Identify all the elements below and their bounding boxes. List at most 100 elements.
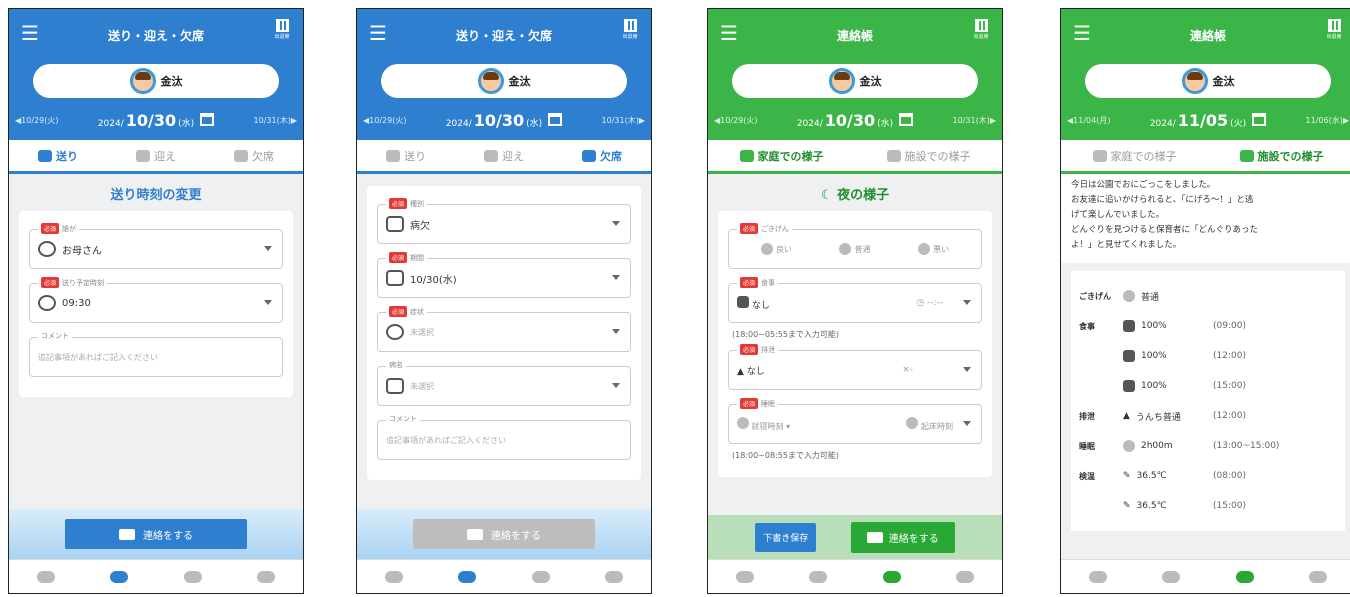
tab-bar: 送り 迎え 欠席	[357, 140, 651, 174]
chevron-down-icon	[963, 300, 971, 309]
current-date[interactable]: 2024/10/30 (水)	[98, 111, 215, 130]
child-selector[interactable]: 金汰	[1085, 64, 1331, 98]
prev-date-link[interactable]: ◀10/29(火)	[15, 115, 58, 126]
sleep-icon	[1123, 440, 1135, 452]
next-date-link[interactable]: 10/31(木)▶	[602, 115, 645, 126]
excretion-select[interactable]: 必須 排泄 ▲ なし ×-	[728, 344, 982, 390]
nav-notebook-icon[interactable]	[183, 570, 202, 583]
face-icon	[839, 243, 852, 255]
house-icon	[1092, 149, 1107, 162]
child-selector[interactable]: 金汰	[381, 64, 627, 98]
apple-icon	[1123, 320, 1135, 332]
who-select[interactable]: 必須 誰が お母さん	[29, 223, 283, 269]
prev-date-link[interactable]: ◀11/04(月)	[1067, 115, 1110, 126]
nav-cap-icon[interactable]	[1162, 570, 1181, 583]
comment-field[interactable]: コメント 追記事項があればご記入ください	[377, 414, 631, 460]
nav-whistle-icon[interactable]	[735, 570, 754, 583]
child-selector[interactable]: 金汰	[732, 64, 978, 98]
dropoff-time-select[interactable]: 必須 送り予定時刻 09:30	[29, 277, 283, 323]
nav-whistle-icon[interactable]	[1088, 570, 1107, 583]
tab-drop-off[interactable]: 送り	[357, 140, 455, 171]
nav-whistle-icon[interactable]	[384, 570, 403, 583]
next-date-link[interactable]: 10/31(木)▶	[953, 115, 996, 126]
nav-document-icon[interactable]	[605, 570, 624, 583]
tab-absence[interactable]: 欠席	[205, 140, 303, 171]
mood-good-option[interactable]: 良い	[760, 243, 792, 255]
tab-pick-up[interactable]: 迎え	[107, 140, 205, 171]
tab-bar: 送り 迎え 欠席	[9, 140, 303, 174]
page-title: 連絡帳	[1189, 29, 1226, 43]
illness-select[interactable]: 病名 未選択	[377, 360, 631, 406]
nav-cap-icon[interactable]	[110, 570, 129, 583]
type-select[interactable]: 必須 種別 病欠	[377, 198, 631, 244]
nav-whistle-icon[interactable]	[36, 570, 55, 583]
nav-cap-icon[interactable]	[458, 570, 477, 583]
page-title: 連絡帳	[836, 29, 873, 43]
report-area: 今日は公園でおにごっこをしました。 お友達に追いかけられると、「にげろ～！」と逃げ…	[1061, 174, 1350, 559]
nav-notebook-icon[interactable]	[531, 570, 550, 583]
period-select[interactable]: 必須 期間 10/30(水)	[377, 252, 631, 298]
child-name: 金汰	[160, 75, 183, 88]
form-card: 必須 誰が お母さん 必須 送り予定時刻 09:30 コメント 追記事項があればご記…	[19, 211, 293, 397]
current-date[interactable]: 2024/10/30 (水)	[797, 111, 914, 130]
tab-home[interactable]: 家庭での様子	[708, 140, 855, 174]
sleep-select[interactable]: 必須 睡眠 就寝時刻 ▾ 起床時刻	[728, 398, 982, 444]
qr-checkin-button[interactable]: 出退席	[970, 19, 992, 40]
qr-checkin-button[interactable]: 出退席	[1323, 19, 1345, 40]
child-selector[interactable]: 金汰	[33, 64, 279, 98]
tab-absence[interactable]: 欠席	[553, 140, 651, 174]
qr-checkin-button[interactable]: 出退席	[271, 19, 293, 40]
next-date-link[interactable]: 10/31(木)▶	[254, 115, 297, 126]
nav-document-icon[interactable]	[257, 570, 276, 583]
current-date[interactable]: 2024/11/05 (火)	[1150, 111, 1267, 130]
facility-icon	[886, 149, 901, 162]
bed-icon	[386, 216, 404, 232]
tab-pick-up[interactable]: 迎え	[455, 140, 553, 171]
symptom-select[interactable]: 必須 症状 未選択	[377, 306, 631, 352]
qr-icon	[1327, 19, 1341, 32]
mood-select[interactable]: 必須 ごきげん 良い 普通 悪い	[728, 223, 982, 269]
nav-cap-icon[interactable]	[809, 570, 828, 583]
comment-field[interactable]: コメント 追記事項があればご記入ください	[29, 331, 283, 377]
calendar-icon[interactable]	[899, 112, 914, 126]
calendar-icon[interactable]	[1252, 112, 1267, 126]
tab-bar: 家庭での様子 施設での様子	[708, 140, 1002, 174]
send-button[interactable]: 連絡をする	[65, 519, 247, 549]
tab-facility[interactable]: 施設での様子	[855, 140, 1002, 171]
date-navigator: ◀10/29(火) 2024/10/30 (水) 10/31(木)▶	[9, 111, 303, 130]
child-avatar	[129, 68, 156, 94]
mood-normal-option[interactable]: 普通	[839, 243, 870, 255]
bottom-nav	[357, 559, 651, 593]
send-button-disabled[interactable]: 連絡をする	[413, 519, 595, 549]
nav-document-icon[interactable]	[1309, 570, 1328, 583]
calendar-icon[interactable]	[548, 112, 563, 126]
envelope-icon	[119, 528, 135, 540]
field-value: 09:30	[62, 297, 91, 309]
absence-icon	[234, 149, 248, 162]
table-row: 100% (12:00)	[1079, 341, 1337, 371]
tab-home[interactable]: 家庭での様子	[1061, 140, 1208, 171]
send-button[interactable]: 連絡をする	[850, 521, 955, 553]
absence-icon	[582, 149, 596, 162]
meal-select[interactable]: 必須 食事 なし ◷ --:--	[728, 277, 982, 323]
save-draft-button[interactable]: 下書き保存	[755, 522, 817, 552]
tab-facility[interactable]: 施設での様子	[1208, 140, 1350, 174]
current-date[interactable]: 2024/10/30 (水)	[446, 111, 563, 130]
prev-date-link[interactable]: ◀10/29(火)	[363, 115, 406, 126]
date-navigator: ◀10/29(火) 2024/10/30 (水) 10/31(木)▶	[708, 111, 1002, 130]
section-title: ☾ 夜の様子	[820, 188, 890, 203]
nav-notebook-icon[interactable]	[882, 570, 901, 583]
nav-document-icon[interactable]	[956, 570, 975, 583]
wake-icon	[906, 416, 919, 429]
tab-drop-off[interactable]: 送り	[9, 140, 107, 174]
nav-notebook-icon[interactable]	[1235, 570, 1254, 583]
meal-note: (18:00~05:55まで入力可能)	[732, 330, 840, 339]
prev-date-link[interactable]: ◀10/29(火)	[714, 115, 757, 126]
calendar-icon[interactable]	[200, 112, 215, 126]
next-date-link[interactable]: 11/06(水)▶	[1306, 115, 1349, 126]
mood-bad-option[interactable]: 悪い	[918, 243, 949, 255]
screen-absence: ☰ 送り・迎え・欠席 出退席 金汰 ◀10/29(火) 2024/10/30 (水…	[356, 8, 652, 594]
chevron-down-icon	[264, 300, 272, 309]
qr-checkin-button[interactable]: 出退席	[619, 19, 641, 40]
qr-icon	[623, 19, 637, 32]
